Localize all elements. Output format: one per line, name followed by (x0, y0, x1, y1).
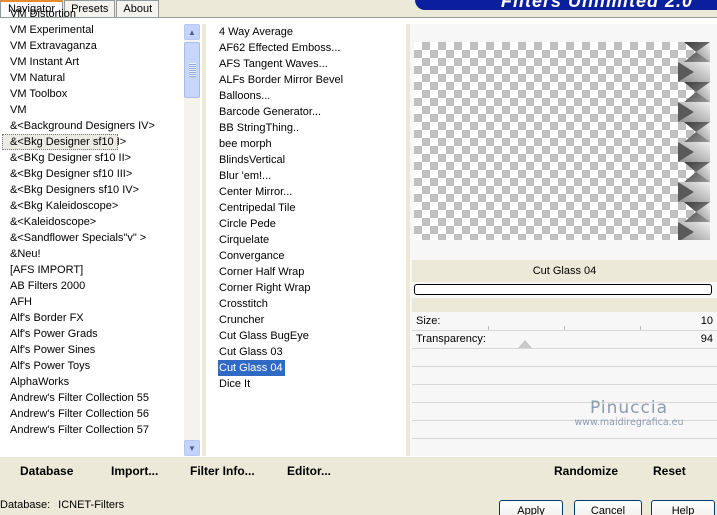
category-item[interactable]: Alf's Power Toys (2, 358, 182, 374)
filter-item[interactable]: AFS Tangent Waves... (218, 56, 406, 72)
category-item[interactable]: &<Sandflower Specials"v" > (2, 230, 182, 246)
filter-item[interactable]: Corner Right Wrap (218, 280, 406, 296)
chevron-up-icon: ▲ (188, 27, 196, 37)
category-item[interactable]: &<Bkg Designer sf10 III> (2, 166, 182, 182)
filter-item[interactable]: Cruncher (218, 312, 406, 328)
category-item[interactable]: [AFS IMPORT] (2, 262, 182, 278)
filter-item[interactable]: Crosstitch (218, 296, 406, 312)
filter-item[interactable]: AF62 Effected Emboss... (218, 40, 406, 56)
category-item[interactable]: VM Experimental (2, 22, 182, 38)
category-item[interactable]: Andrew's Filter Collection 56 (2, 406, 182, 422)
preview-image (414, 42, 710, 240)
category-item[interactable]: &<Background Designers IV> (2, 118, 182, 134)
category-scrollbar[interactable]: ▲ ▼ (184, 24, 200, 456)
category-item[interactable]: VM Distortion (2, 6, 182, 22)
slider-marker[interactable] (518, 340, 532, 348)
cancel-button[interactable]: Cancel (574, 500, 642, 515)
category-item[interactable]: Alf's Power Sines (2, 342, 182, 358)
filter-item[interactable]: Corner Half Wrap (218, 264, 406, 280)
category-item[interactable]: Alf's Border FX (2, 310, 182, 326)
filter-item[interactable]: BB StringThing.. (218, 120, 406, 136)
scroll-thumb[interactable] (184, 42, 200, 98)
filter-item[interactable]: Circle Pede (218, 216, 406, 232)
slider-transparency[interactable]: Transparency: 94 (412, 331, 717, 349)
scroll-down-button[interactable]: ▼ (184, 440, 200, 456)
watermark-url: www.maidiregrafica.eu (574, 417, 684, 428)
cut-glass-edge-graphic (678, 42, 710, 240)
category-item[interactable]: Andrew's Filter Collection 55 (2, 390, 182, 406)
status-bar: Database: ICNET-Filters (0, 499, 124, 511)
filter-list[interactable]: 4 Way Average AF62 Effected Emboss... AFS … (218, 24, 406, 456)
category-item[interactable]: AlphaWorks (2, 374, 182, 390)
filter-item[interactable]: Convergance (218, 248, 406, 264)
editor-button[interactable]: Editor... (287, 464, 331, 478)
filter-item[interactable]: BlindsVertical (218, 152, 406, 168)
category-item[interactable]: Alf's Power Grads (2, 326, 182, 342)
category-item[interactable]: VM Instant Art (2, 54, 182, 70)
chevron-down-icon: ▼ (188, 443, 196, 453)
apply-button[interactable]: Apply (499, 500, 563, 515)
filter-info-button[interactable]: Filter Info... (190, 464, 255, 478)
import-button[interactable]: Import... (111, 464, 158, 478)
filter-item[interactable]: bee morph (218, 136, 406, 152)
filter-item[interactable]: ALFs Border Mirror Bevel (218, 72, 406, 88)
watermark: Pinuccia www.maidiregrafica.eu (564, 398, 694, 428)
filter-item[interactable]: Barcode Generator... (218, 104, 406, 120)
filter-item[interactable]: Blur 'em!... (218, 168, 406, 184)
category-item[interactable]: VM Toolbox (2, 86, 182, 102)
status-value: ICNET-Filters (58, 499, 125, 511)
category-item[interactable]: &<Bkg Designers sf10 IV> (2, 182, 182, 198)
slider-tick (488, 326, 489, 330)
category-item[interactable]: Andrew's Filter Collection 57 (2, 422, 182, 438)
app-title: Filters Unlimited 2.0 (500, 0, 693, 10)
slider-empty (412, 367, 717, 385)
reset-button[interactable]: Reset (653, 464, 686, 478)
param-label: Size: (416, 315, 441, 327)
randomize-button[interactable]: Randomize (554, 464, 618, 478)
app-title-banner: Filters Unlimited 2.0 (415, 0, 717, 10)
scroll-up-button[interactable]: ▲ (184, 24, 200, 40)
database-button[interactable]: Database (20, 464, 73, 478)
filter-item[interactable]: Cirquelate (218, 232, 406, 248)
category-item[interactable]: AB Filters 2000 (2, 278, 182, 294)
category-item[interactable]: &<BKg Designer sf10 II> (2, 150, 182, 166)
status-label: Database: (0, 499, 51, 511)
filter-item[interactable]: Centripedal Tile (218, 200, 406, 216)
filter-item[interactable]: Cut Glass BugEye (218, 328, 406, 344)
help-button[interactable]: Help (651, 500, 715, 515)
slider-tick (564, 326, 565, 330)
action-bar: Database Import... Filter Info... Editor… (0, 456, 717, 484)
filter-item[interactable]: Cut Glass 04 (218, 360, 285, 376)
filter-name-label: Cut Glass 04 (412, 260, 717, 282)
category-item[interactable]: &Neu! (2, 246, 182, 262)
slider-empty (412, 439, 717, 457)
category-item[interactable]: AFH (2, 294, 182, 310)
filter-item[interactable]: Cut Glass 03 (218, 344, 406, 360)
watermark-title: Pinuccia (590, 398, 668, 418)
category-item[interactable]: VM (2, 102, 182, 118)
param-value: 94 (700, 333, 713, 345)
preview-separator (412, 298, 717, 312)
filter-item[interactable]: Center Mirror... (218, 184, 406, 200)
filter-item[interactable]: Dice It (218, 376, 406, 392)
category-item[interactable]: &<Kaleidoscope> (2, 214, 182, 230)
progress-bar (414, 284, 712, 295)
param-label: Transparency: (416, 333, 486, 345)
preview-panel: Cut Glass 04 Size: 10 Transparency: 94 P… (410, 24, 717, 457)
category-item[interactable]: VM Natural (2, 70, 182, 86)
slider-empty (412, 349, 717, 367)
list-divider (202, 24, 206, 456)
filter-item[interactable]: 4 Way Average (218, 24, 406, 40)
category-list[interactable]: VM Distortion VM Experimental VM Extravaga… (2, 6, 182, 458)
param-value: 10 (700, 315, 713, 327)
category-item[interactable]: &<Bkg Designer sf10 I> (2, 134, 126, 150)
category-item[interactable]: VM Extravaganza (2, 38, 182, 54)
slider-size[interactable]: Size: 10 (412, 313, 717, 331)
slider-tick (640, 326, 641, 330)
category-item[interactable]: &<Bkg Kaleidoscope> (2, 198, 182, 214)
filter-item[interactable]: Balloons... (218, 88, 406, 104)
